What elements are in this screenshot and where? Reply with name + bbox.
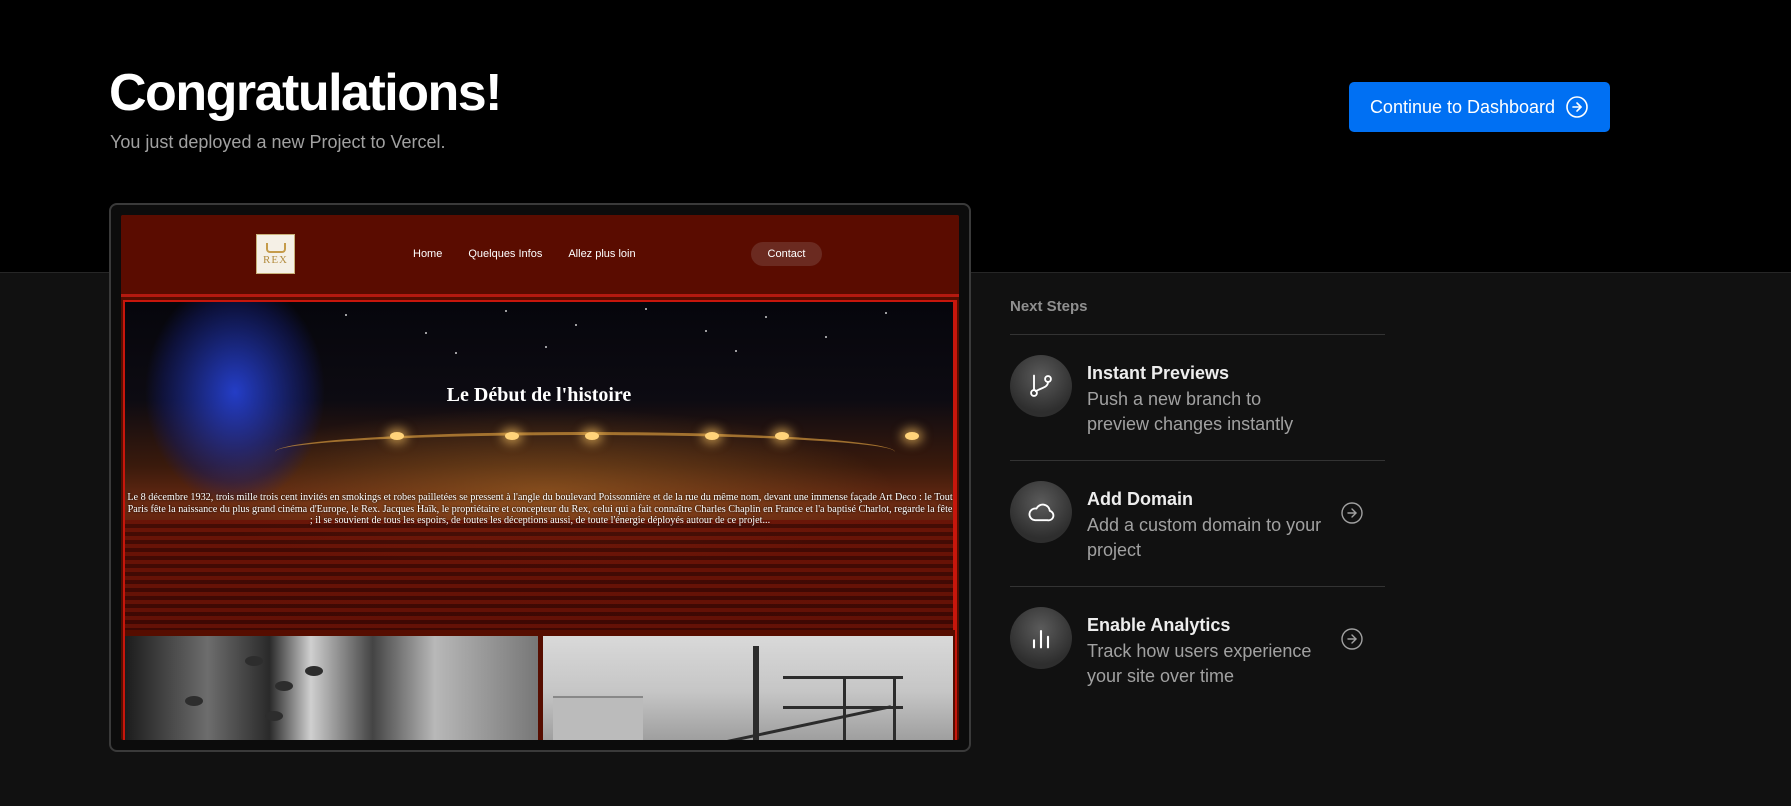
arrow-right-circle-icon[interactable] [1340,501,1364,525]
rex-logo-text: REX [263,253,288,266]
preview-nav-links: Home Quelques Infos Allez plus loin [413,248,636,260]
step-add-domain[interactable]: Add Domain Add a custom domain to your p… [1010,461,1385,587]
step-description: Push a new branch to preview changes ins… [1087,389,1294,434]
preview-nav-infos: Quelques Infos [468,248,543,260]
continue-to-dashboard-button[interactable]: Continue to Dashboard [1349,82,1610,132]
arrow-right-circle-icon [1566,96,1588,118]
step-description: Track how users experience your site ove… [1087,641,1312,686]
step-description: Add a custom domain to your project [1087,515,1322,560]
continue-button-label: Continue to Dashboard [1369,96,1556,117]
step-title: Instant Previews [1087,363,1230,383]
preview-site-navbar: REX Home Quelques Infos Allez plus loin … [121,215,959,297]
preview-nav-home: Home [413,248,443,260]
step-instant-previews[interactable]: Instant Previews Push a new branch to pr… [1010,335,1385,461]
theatre-seats [125,520,953,630]
step-title: Enable Analytics [1087,615,1231,635]
cloud-icon [1010,481,1072,543]
deployment-preview-screenshot: REX Home Quelques Infos Allez plus loin … [121,215,959,740]
next-steps-heading: Next Steps [1010,298,1385,335]
bar-chart-icon [1010,607,1072,669]
page-subtitle: You just deployed a new Project to Verce… [110,132,446,152]
preview-hero-title: Le Début de l'histoire [446,384,632,406]
preview-contact-button: Contact [751,242,822,266]
page-title: Congratulations! [109,64,502,122]
rex-logo: REX [256,234,295,274]
theatre-lamps [125,432,953,452]
preview-hero-text: Le 8 décembre 1932, trois mille trois ce… [127,492,953,526]
preview-photo-facade [125,636,538,740]
git-branch-icon [1010,355,1072,417]
step-title: Add Domain [1087,489,1193,509]
step-enable-analytics[interactable]: Enable Analytics Track how users experie… [1010,587,1385,713]
preview-nav-plus-loin: Allez plus loin [568,248,636,260]
arrow-right-circle-icon[interactable] [1340,627,1364,651]
preview-photo-construction [543,636,953,740]
crown-icon [265,242,286,253]
preview-hero-image: Le Début de l'histoire Le 8 décembre 193… [123,300,955,630]
deployment-preview-frame[interactable]: REX Home Quelques Infos Allez plus loin … [109,203,971,752]
next-steps-panel: Next Steps Instant Previews Push a new b… [1010,298,1385,713]
